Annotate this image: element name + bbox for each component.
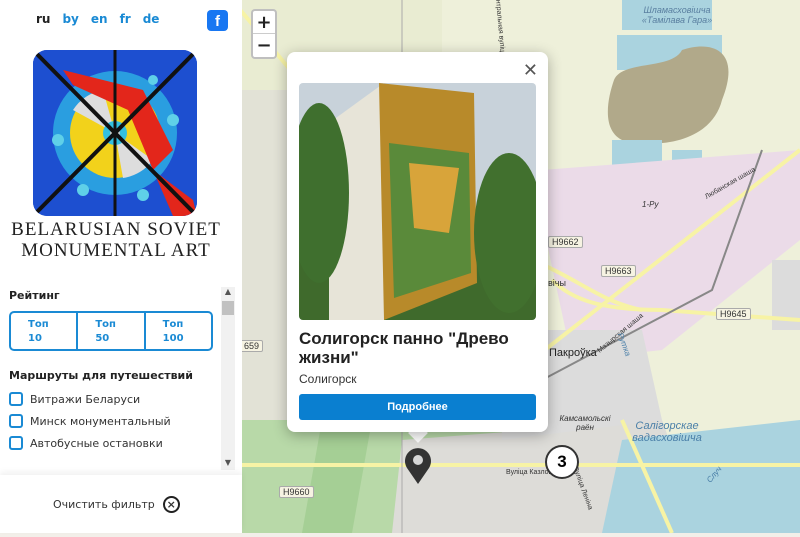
popup-photo — [299, 83, 536, 320]
rating-top-10-button[interactable]: Топ 10 — [11, 313, 79, 349]
lang-fr[interactable]: fr — [120, 12, 131, 26]
map-label: Салігорскае вадасховішча — [632, 420, 702, 444]
popup-title: Солигорск панно "Древо жизни" — [299, 329, 509, 367]
scroll-down-icon[interactable]: ▼ — [221, 458, 235, 470]
checkbox[interactable] — [9, 392, 23, 406]
value: 100 — [162, 333, 184, 344]
brand-title: BELARUSIAN SOVIET MONUMENTAL ART — [0, 219, 232, 261]
language-switcher: ru by en fr de — [36, 12, 159, 26]
lang-ru[interactable]: ru — [36, 12, 50, 26]
road-shield: H9663 — [601, 265, 636, 277]
checkbox[interactable] — [9, 436, 23, 450]
map-label: Шламасховішча «Тамілава Гара» — [641, 5, 713, 25]
rating-selector: Топ 10 Топ 50 Топ 100 — [9, 311, 213, 351]
map-label: вічы — [548, 278, 566, 288]
route-checkbox-stained-glass[interactable]: Витражи Беларуси — [9, 392, 140, 406]
label: Топ — [95, 319, 116, 330]
popup-city: Солигорск — [299, 372, 357, 386]
label: Топ — [28, 319, 49, 330]
clear-filter-label: Очистить фильтр — [53, 498, 155, 511]
road-shield: H9662 — [548, 236, 583, 248]
rating-top-50-button[interactable]: Топ 50 — [78, 313, 146, 349]
rating-top-100-button[interactable]: Топ 100 — [146, 313, 211, 349]
logo[interactable] — [33, 50, 197, 216]
lang-by[interactable]: by — [62, 12, 78, 26]
label: Топ — [162, 319, 184, 330]
details-button[interactable]: Подробнее — [299, 394, 536, 420]
brand-line-1: BELARUSIAN SOVIET — [11, 219, 221, 240]
map-label: 1-Ру — [642, 200, 659, 209]
road-shield: H9645 — [716, 308, 751, 320]
checkbox[interactable] — [9, 414, 23, 428]
zoom-control: + − — [251, 9, 277, 59]
route-checkbox-minsk[interactable]: Минск монументальный — [9, 414, 171, 428]
zoom-in-button[interactable]: + — [253, 11, 275, 34]
route-checkbox-bus-stops[interactable]: Автобусные остановки — [9, 436, 163, 450]
facebook-icon[interactable]: f — [207, 10, 228, 31]
scrollbar-thumb[interactable] — [222, 301, 234, 315]
checkbox-label: Минск монументальный — [30, 414, 171, 428]
value: 10 — [28, 333, 42, 344]
checkbox-label: Автобусные остановки — [30, 436, 163, 450]
clear-filter-button[interactable]: Очистить фильтр × — [53, 496, 180, 513]
scroll-up-icon[interactable]: ▲ — [221, 287, 235, 299]
lang-en[interactable]: en — [91, 12, 108, 26]
road-shield: 659 — [240, 340, 264, 352]
checkbox-label: Витражи Беларуси — [30, 392, 141, 406]
value: 50 — [95, 333, 110, 344]
brand-line-2: MONUMENTAL ART — [21, 240, 211, 261]
sidebar-footer: Очистить фильтр × — [0, 475, 242, 533]
sidebar: ru by en fr de f BELARUSIAN SOVIET MONUM… — [0, 0, 242, 533]
close-icon[interactable]: ✕ — [523, 60, 538, 81]
map-popup: ✕ Солигорск панно "Древо жизни" Солигорс… — [287, 52, 548, 432]
map-label: Пакроўка — [549, 347, 597, 359]
lang-de[interactable]: de — [143, 12, 160, 26]
road-shield: H9660 — [279, 486, 314, 498]
rating-heading: Рейтинг — [9, 289, 60, 302]
map-label: Камсамольскі раён — [559, 414, 611, 432]
routes-heading: Маршруты для путешествий — [9, 369, 193, 382]
zoom-out-button[interactable]: − — [253, 34, 275, 57]
sidebar-scrollbar[interactable]: ▲ ▼ — [221, 287, 235, 470]
map-marker-pin-icon[interactable] — [403, 446, 433, 488]
marker-cluster[interactable]: 3 — [545, 445, 579, 479]
close-circle-icon: × — [162, 496, 180, 513]
